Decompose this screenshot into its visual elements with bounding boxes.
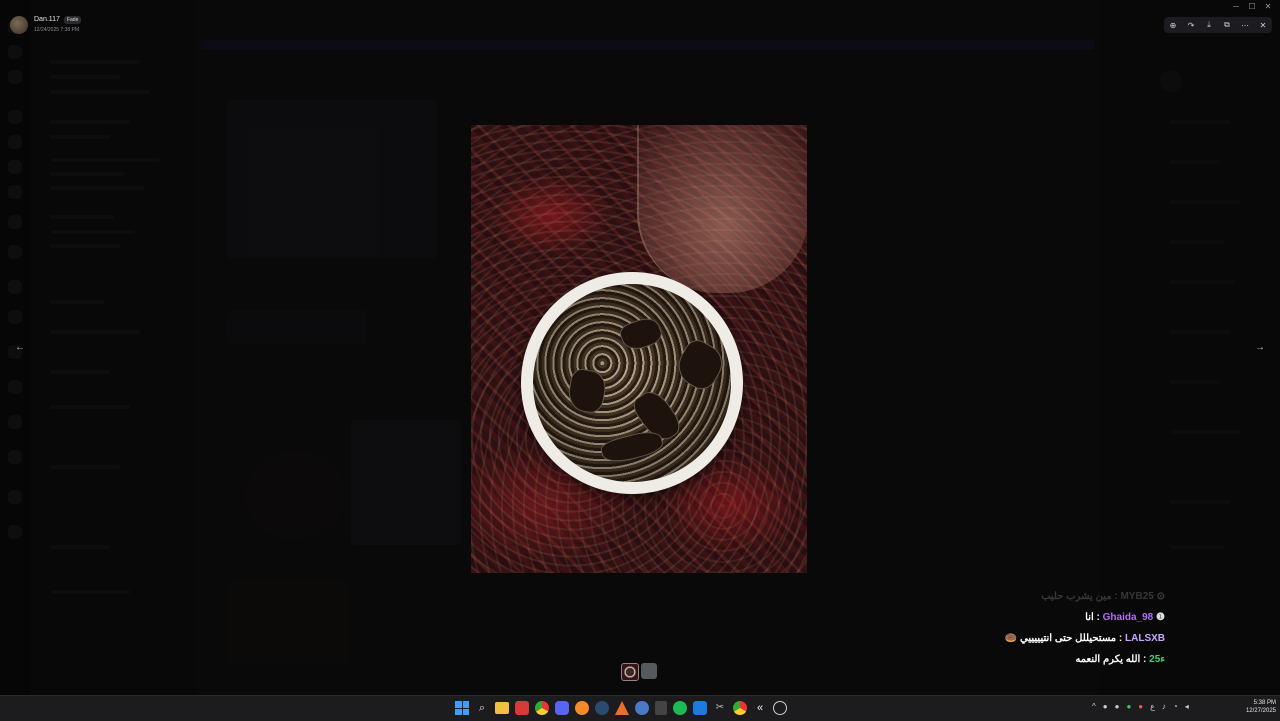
thumbnail-other[interactable] (641, 663, 657, 679)
media-image[interactable] (471, 125, 807, 573)
discord-icon[interactable] (555, 701, 569, 715)
steam-icon[interactable] (595, 701, 609, 715)
spotify-icon[interactable] (673, 701, 687, 715)
stream-chat-overlay: ⊙ MYB25 : مين يشرب حليب ❶ Ghaida_98 : ان… (925, 586, 1165, 670)
chat-line: ⊙ MYB25 : مين يشرب حليب (1041, 591, 1165, 602)
clock-time: 5:38 PM (1253, 700, 1276, 706)
orange-triangle-icon[interactable] (615, 701, 629, 715)
windows-start-icon[interactable] (455, 701, 469, 715)
tray-expand-icon[interactable]: ^ (1092, 702, 1096, 711)
file-explorer-icon[interactable] (495, 702, 509, 714)
zoom-icon[interactable]: ⊕ (1167, 21, 1179, 30)
media-author: Dan.117 Fade 12/24/2025 7:38 PM (10, 15, 82, 35)
search-icon[interactable]: ⌕ (475, 701, 489, 715)
author-tag: Fade (63, 16, 82, 24)
tray-steam-icon[interactable]: ● (1115, 702, 1120, 711)
more-icon[interactable]: ⋯ (1239, 21, 1251, 30)
minimize-button[interactable]: ─ (1228, 0, 1244, 14)
system-tray: ^ ● ● ● ● ع ♪ ◔ ◂ (1092, 702, 1189, 711)
media-toolbar: ⊕ ↷ ⤓ ⧉ ⋯ ✕ (1164, 17, 1272, 33)
chrome-icon[interactable] (535, 701, 549, 715)
tray-green-icon[interactable]: ● (1126, 702, 1131, 711)
close-icon[interactable]: ✕ (1257, 21, 1269, 30)
chat-line: ء25 : الله يكرم النعمه (1075, 654, 1165, 665)
tray-discord-icon[interactable]: ● (1103, 702, 1108, 711)
tray-red-icon[interactable]: ● (1138, 702, 1143, 711)
capcut-icon[interactable]: « (753, 701, 767, 715)
clock-date: 12/27/2025 (1245, 708, 1276, 714)
chrome-2-icon[interactable] (733, 701, 747, 715)
post-date: 12/24/2025 7:38 PM (34, 27, 80, 33)
taskbar-icons: ⌕ ✂ « (455, 701, 787, 715)
red-app-icon[interactable] (515, 701, 529, 715)
download-icon[interactable]: ⤓ (1203, 20, 1215, 30)
browser-orange-icon[interactable] (575, 701, 589, 715)
chatgpt-icon[interactable] (773, 701, 787, 715)
tray-language-icon[interactable]: ع (1150, 702, 1155, 711)
maximize-button[interactable]: ☐ (1244, 0, 1260, 14)
microphone-icon[interactable]: ♪ (1162, 702, 1166, 711)
wifi-icon[interactable]: ◔ (1173, 702, 1178, 711)
thumbnail-strip (621, 663, 657, 681)
avatar (10, 16, 28, 34)
blue-globe-icon[interactable] (635, 701, 649, 715)
app-store-icon[interactable] (693, 701, 707, 715)
thumbnail-coffee[interactable] (621, 663, 639, 681)
window-controls: ─ ☐ ✕ (1228, 0, 1276, 14)
glass-of-water (637, 125, 807, 293)
chat-line: LALSXB : مستحيللل حتى انتيييييي 🍩 (1004, 633, 1165, 644)
author-name: Dan.117 (34, 16, 60, 23)
calculator-icon[interactable] (655, 701, 667, 715)
clock[interactable]: 5:38 PM 12/27/2025 (1236, 699, 1276, 715)
previous-arrow-icon[interactable]: ← (13, 341, 27, 355)
taskbar: ⌕ ✂ « ^ ● ● ● ● ع ♪ ◔ ◂ 5:38 PM 12/27/20… (0, 695, 1280, 721)
volume-icon[interactable]: ◂ (1185, 702, 1189, 711)
window-close-button[interactable]: ✕ (1260, 0, 1276, 14)
forward-icon[interactable]: ↷ (1185, 21, 1197, 30)
snipping-tool-icon[interactable]: ✂ (713, 701, 727, 715)
next-arrow-icon[interactable]: → (1253, 341, 1267, 355)
open-external-icon[interactable]: ⧉ (1221, 20, 1233, 30)
chat-line: ❶ Ghaida_98 : انا (1085, 612, 1165, 623)
